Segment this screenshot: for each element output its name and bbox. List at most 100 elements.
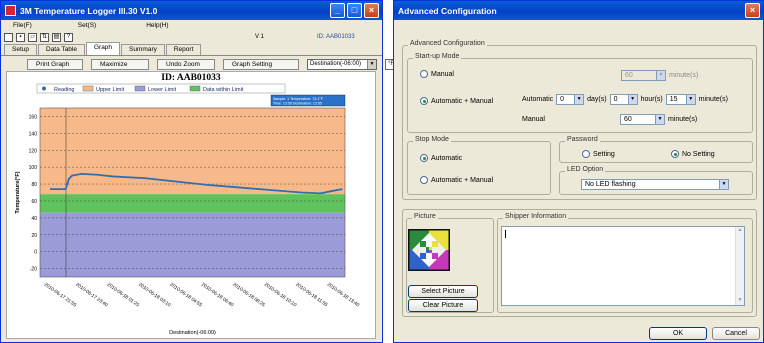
upper-limit-band [40,108,345,195]
minimize-button[interactable]: _ [330,3,345,18]
y-tick-label: 160 [29,114,38,120]
new-file-icon[interactable] [4,32,13,42]
password-setting-option[interactable]: Setting [582,150,615,158]
stop-automatic-option[interactable]: Automatic [420,154,462,162]
manual-minutes-select-disabled: 60 ▼ [621,70,666,81]
y-tick-label: 140 [29,131,38,137]
password-no-setting-option[interactable]: No Setting [671,150,715,158]
within-limit-band [40,194,345,213]
menu-help[interactable]: Help(H) [138,22,176,29]
password-setting-label: Setting [593,150,615,158]
tab-summary[interactable]: Summary [121,44,165,55]
info-icon[interactable]: ? [64,32,73,42]
startup-mode-label: Start-up Mode [413,53,462,60]
manual2-minutes-value: 60 [624,116,632,123]
shipment-picture [406,227,452,273]
stop-automatic-label: Automatic [431,154,463,162]
x-tick-label: 2010-06-18 08:25 [232,282,267,309]
day-select[interactable]: 0 ▼ [556,94,585,105]
password-setting-radio[interactable] [582,150,590,158]
led-option-row: No LED flashing ▼ [581,179,729,190]
y-tick-label: 80 [31,182,37,188]
temperature-chart[interactable]: Reading Upper Limit Lower Limit Data within… [7,72,377,340]
stop-automatic-radio[interactable] [420,154,428,162]
chevron-down-icon: ▼ [685,95,695,104]
config-title-bar[interactable]: Advanced Configuration × [394,1,763,20]
legend-swatch-reading [42,86,46,91]
menu-set[interactable]: Set(S) [70,22,104,29]
chart-title: ID: AAB01033 [161,73,221,83]
stop-auto-manual-option[interactable]: Automatic + Manual [420,176,493,184]
startup-manual-radio[interactable] [420,70,428,78]
manual2-minutes-unit: minute(s) [668,116,698,123]
shipper-info-scrollbar[interactable]: ▲ ▼ [735,227,744,305]
y-tick-label: 40 [31,216,37,222]
tab-strip: Setup Data Table Graph Summary Report [1,42,382,56]
manual2-minutes-select[interactable]: 60 ▼ [620,114,665,125]
graph-panel[interactable]: Reading Upper Limit Lower Limit Data within… [6,71,376,339]
recycle-arrows-icon [406,227,452,273]
close-button[interactable]: × [745,3,760,18]
chevron-down-icon: ▼ [574,95,584,104]
manual-delay-row: Manual 60 ▼ minute(s) [522,114,697,125]
automatic-delay-row: Automatic 0 ▼ day(s) 0 ▼ hour(s) 15 ▼ mi… [522,94,728,105]
x-tick-label: 2010-06-18 10:10 [263,282,298,309]
x-tick-label: 2010-06-17 23:40 [74,282,109,309]
print-graph-button[interactable]: Print Graph [27,59,83,70]
logger-title-bar[interactable]: 3M Temperature Logger Ill.30 V1.0 _ □ × [1,1,382,20]
save-icon[interactable]: ▪ [16,32,25,42]
tab-setup[interactable]: Setup [4,44,37,55]
menu-file[interactable]: File(F) [5,22,40,29]
y-tick-label: 120 [29,148,38,154]
menu-bar: File(F) Set(S) Help(H) [1,20,382,31]
select-picture-button[interactable]: Select Picture [408,285,478,298]
graph-toolbar: Print Graph Maximize Undo Zoom Graph Set… [27,59,415,70]
text-caret [505,230,506,238]
led-option-label: LED Option [565,166,606,173]
x-axis-label: Destination(-06:00) [169,330,216,336]
scroll-up-icon[interactable]: ▲ [736,227,744,235]
scroll-down-icon[interactable]: ▼ [736,297,744,305]
x-tick-label: 2010-06-18 04:55 [169,282,204,309]
clear-picture-button[interactable]: Clear Picture [408,299,478,312]
lower-limit-band [40,212,345,277]
led-option-select[interactable]: No LED flashing ▼ [581,179,729,190]
startup-manual-option[interactable]: Manual [420,70,454,78]
shipper-info-textarea[interactable]: ▲ ▼ [501,226,745,306]
minute-unit: minute(s) [698,96,728,103]
chevron-down-icon: ▼ [655,115,664,124]
print-icon[interactable]: ▤ [52,32,61,42]
chevron-down-icon: ▼ [367,60,376,69]
y-tick-label: -20 [30,267,37,273]
main-toolbar: ▪ ▱ ⇅ ▤ ? V 1 ID: AAB01033 [1,31,382,43]
read-logger-icon[interactable]: ⇅ [40,32,49,42]
tab-data-table[interactable]: Data Table [38,44,85,55]
ok-button[interactable]: OK [649,327,707,340]
x-tick-label: 2010-06-18 11:55 [294,282,328,309]
timezone-select[interactable]: Destination(-06:00) ▼ [307,59,377,70]
close-button[interactable]: × [364,3,379,18]
cancel-button[interactable]: Cancel [712,327,760,340]
hour-select[interactable]: 0 ▼ [609,94,638,105]
startup-auto-manual-option[interactable]: Automatic + Manual [420,97,493,105]
manual-minutes-unit: minute(s) [669,72,699,79]
advanced-configuration-dialog: Advanced Configuration × Advanced Config… [393,0,764,343]
stop-mode-label: Stop Mode [413,136,451,143]
config-title: Advanced Configuration [398,5,497,16]
x-tick-label: 2010-06-18 03:10 [137,282,172,309]
maximize-window-button[interactable]: □ [347,3,362,18]
minute-select[interactable]: 15 ▼ [665,94,696,105]
chevron-down-icon: ▼ [656,71,665,80]
password-no-setting-radio[interactable] [671,150,679,158]
tab-report[interactable]: Report [165,44,202,55]
device-id-label: ID: AAB01033 [317,34,355,40]
maximize-graph-button[interactable]: Maximize [91,59,149,70]
startup-manual-minutes: 60 ▼ minute(s) [621,70,698,81]
graph-setting-button[interactable]: Graph Setting [223,59,299,70]
legend-label-2: Lower Limit [148,87,177,93]
open-folder-icon[interactable]: ▱ [28,32,37,42]
undo-zoom-button[interactable]: Undo Zoom [157,59,215,70]
startup-auto-manual-radio[interactable] [420,97,428,105]
tab-graph[interactable]: Graph [85,42,121,55]
stop-auto-manual-radio[interactable] [420,176,428,184]
